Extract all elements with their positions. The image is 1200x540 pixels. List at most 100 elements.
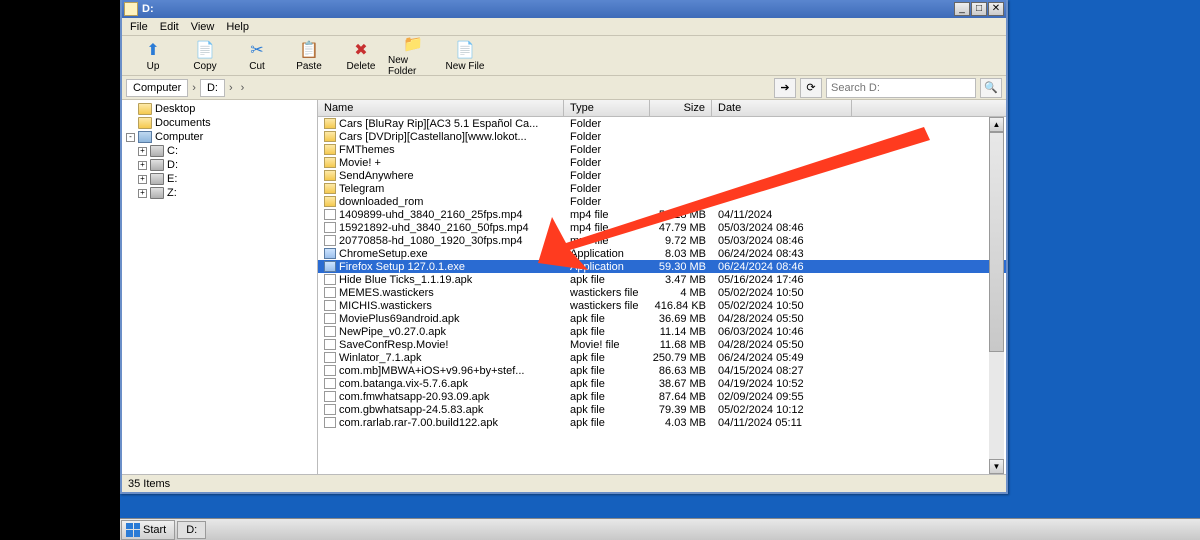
tree-item-c[interactable]: +C: bbox=[136, 144, 315, 158]
folder-icon bbox=[324, 118, 336, 129]
tree-label: Z: bbox=[167, 187, 177, 199]
file-row[interactable]: MoviePlus69android.apkapk file36.69 MB04… bbox=[318, 312, 1006, 325]
menu-view[interactable]: View bbox=[191, 21, 215, 33]
file-size: 86.63 MB bbox=[650, 365, 712, 377]
file-row[interactable]: Movie! +Folder bbox=[318, 156, 1006, 169]
delete-icon: ✖ bbox=[351, 40, 371, 60]
file-type: Folder bbox=[564, 183, 650, 195]
tree-expander[interactable]: + bbox=[138, 189, 147, 198]
file-row[interactable]: 15921892-uhd_3840_2160_50fps.mp4mp4 file… bbox=[318, 221, 1006, 234]
file-row[interactable]: TelegramFolder bbox=[318, 182, 1006, 195]
menu-edit[interactable]: Edit bbox=[160, 21, 179, 33]
tree-expander[interactable]: + bbox=[138, 175, 147, 184]
menu-help[interactable]: Help bbox=[226, 21, 249, 33]
paste-icon: 📋 bbox=[299, 40, 319, 60]
file-row[interactable]: FMThemesFolder bbox=[318, 143, 1006, 156]
start-label: Start bbox=[143, 524, 166, 536]
file-icon bbox=[324, 209, 336, 220]
scroll-thumb[interactable] bbox=[989, 132, 1004, 352]
file-size: 9.72 MB bbox=[650, 235, 712, 247]
search-icon[interactable]: 🔍 bbox=[980, 78, 1002, 98]
toolbar-new-folder-button[interactable]: 📁New Folder bbox=[388, 34, 438, 77]
window-title: D: bbox=[142, 3, 954, 15]
tree-item-e[interactable]: +E: bbox=[136, 172, 315, 186]
toolbar-cut-button[interactable]: ✂Cut bbox=[232, 40, 282, 72]
file-date: 04/15/2024 08:27 bbox=[712, 365, 852, 377]
folder-icon bbox=[138, 117, 152, 129]
minimize-button[interactable]: _ bbox=[954, 2, 970, 16]
file-manager-window: D: _ □ ✕ File Edit View Help ⬆Up📄Copy✂Cut📋P… bbox=[120, 0, 1008, 494]
file-date: 04/11/2024 05:11 bbox=[712, 417, 852, 429]
file-name: MICHIS.wastickers bbox=[339, 300, 432, 312]
refresh-button[interactable]: ⟳ bbox=[800, 78, 822, 98]
toolbar-label: New Folder bbox=[388, 55, 438, 77]
go-button[interactable]: ➔ bbox=[774, 78, 796, 98]
breadcrumb-computer[interactable]: Computer bbox=[126, 79, 188, 97]
close-button[interactable]: ✕ bbox=[988, 2, 1004, 16]
column-type[interactable]: Type bbox=[564, 100, 650, 116]
file-row[interactable]: 1409899-uhd_3840_2160_25fps.mp4mp4 file5… bbox=[318, 208, 1006, 221]
tree-expander[interactable]: + bbox=[138, 161, 147, 170]
file-row[interactable]: MICHIS.wastickerswastickers file416.84 K… bbox=[318, 299, 1006, 312]
file-row[interactable]: Hide Blue Ticks_1.1.19.apkapk file3.47 M… bbox=[318, 273, 1006, 286]
drive-icon bbox=[150, 187, 164, 199]
app-icon bbox=[324, 261, 336, 272]
file-row[interactable]: NewPipe_v0.27.0.apkapk file11.14 MB06/03… bbox=[318, 325, 1006, 338]
breadcrumb-sep: › bbox=[227, 82, 235, 94]
file-icon bbox=[324, 235, 336, 246]
file-row[interactable]: downloaded_romFolder bbox=[318, 195, 1006, 208]
toolbar-up-button[interactable]: ⬆Up bbox=[128, 40, 178, 72]
file-row[interactable]: Winlator_7.1.apkapk file250.79 MB06/24/2… bbox=[318, 351, 1006, 364]
file-rows: Cars [BluRay Rip][AC3 5.1 Español Ca...F… bbox=[318, 117, 1006, 429]
file-size: 11.68 MB bbox=[650, 339, 712, 351]
file-row[interactable]: com.fmwhatsapp-20.93.09.apkapk file87.64… bbox=[318, 390, 1006, 403]
file-date: 06/03/2024 10:46 bbox=[712, 326, 852, 338]
menu-file[interactable]: File bbox=[130, 21, 148, 33]
file-row[interactable]: 20770858-hd_1080_1920_30fps.mp4mp4 file9… bbox=[318, 234, 1006, 247]
tree-item-desktop[interactable]: Desktop bbox=[124, 102, 315, 116]
file-row[interactable]: ChromeSetup.exeApplication8.03 MB06/24/2… bbox=[318, 247, 1006, 260]
titlebar[interactable]: D: _ □ ✕ bbox=[122, 0, 1006, 18]
file-name: FMThemes bbox=[339, 144, 395, 156]
file-type: apk file bbox=[564, 417, 650, 429]
file-row[interactable]: com.gbwhatsapp-24.5.83.apkapk file79.39 … bbox=[318, 403, 1006, 416]
start-button[interactable]: Start bbox=[121, 520, 175, 540]
file-row[interactable]: SendAnywhereFolder bbox=[318, 169, 1006, 182]
scroll-up-button[interactable]: ▲ bbox=[989, 117, 1004, 132]
column-date[interactable]: Date bbox=[712, 100, 852, 116]
maximize-button[interactable]: □ bbox=[971, 2, 987, 16]
file-row[interactable]: Cars [BluRay Rip][AC3 5.1 Español Ca...F… bbox=[318, 117, 1006, 130]
tree-item-d[interactable]: +D: bbox=[136, 158, 315, 172]
toolbar-delete-button[interactable]: ✖Delete bbox=[336, 40, 386, 72]
tree-item-documents[interactable]: Documents bbox=[124, 116, 315, 130]
file-type: apk file bbox=[564, 313, 650, 325]
column-size[interactable]: Size bbox=[650, 100, 712, 116]
breadcrumb-d[interactable]: D: bbox=[200, 79, 225, 97]
scrollbar[interactable]: ▲ ▼ bbox=[989, 117, 1004, 474]
file-icon bbox=[324, 326, 336, 337]
column-headers: NameTypeSizeDate bbox=[318, 100, 1006, 117]
file-row[interactable]: SaveConfResp.Movie!Movie! file11.68 MB04… bbox=[318, 338, 1006, 351]
tree-item-computer[interactable]: -Computer bbox=[124, 130, 315, 144]
file-row[interactable]: com.mb]MBWA+iOS+v9.96+by+stef...apk file… bbox=[318, 364, 1006, 377]
file-row[interactable]: com.rarlab.rar-7.00.build122.apkapk file… bbox=[318, 416, 1006, 429]
file-type: apk file bbox=[564, 326, 650, 338]
file-name: com.gbwhatsapp-24.5.83.apk bbox=[339, 404, 483, 416]
toolbar-new-file-button[interactable]: 📄New File bbox=[440, 40, 490, 72]
toolbar-copy-button[interactable]: 📄Copy bbox=[180, 40, 230, 72]
search-input[interactable] bbox=[826, 78, 976, 98]
file-row[interactable]: MEMES.wastickerswastickers file4 MB05/02… bbox=[318, 286, 1006, 299]
folder-icon bbox=[324, 131, 336, 142]
file-name: Winlator_7.1.apk bbox=[339, 352, 422, 364]
tree-expander[interactable]: - bbox=[126, 133, 135, 142]
scroll-down-button[interactable]: ▼ bbox=[989, 459, 1004, 474]
column-name[interactable]: Name bbox=[318, 100, 564, 116]
file-row[interactable]: com.batanga.vix-5.7.6.apkapk file38.67 M… bbox=[318, 377, 1006, 390]
tree-item-z[interactable]: + Z: bbox=[136, 186, 315, 200]
file-date: 04/19/2024 10:52 bbox=[712, 378, 852, 390]
toolbar-paste-button[interactable]: 📋Paste bbox=[284, 40, 334, 72]
file-row[interactable]: Cars [DVDrip][Castellano][www.lokot...Fo… bbox=[318, 130, 1006, 143]
file-row[interactable]: Firefox Setup 127.0.1.exeApplication59.3… bbox=[318, 260, 1006, 273]
taskbar-item[interactable]: D: bbox=[177, 521, 206, 539]
tree-expander[interactable]: + bbox=[138, 147, 147, 156]
